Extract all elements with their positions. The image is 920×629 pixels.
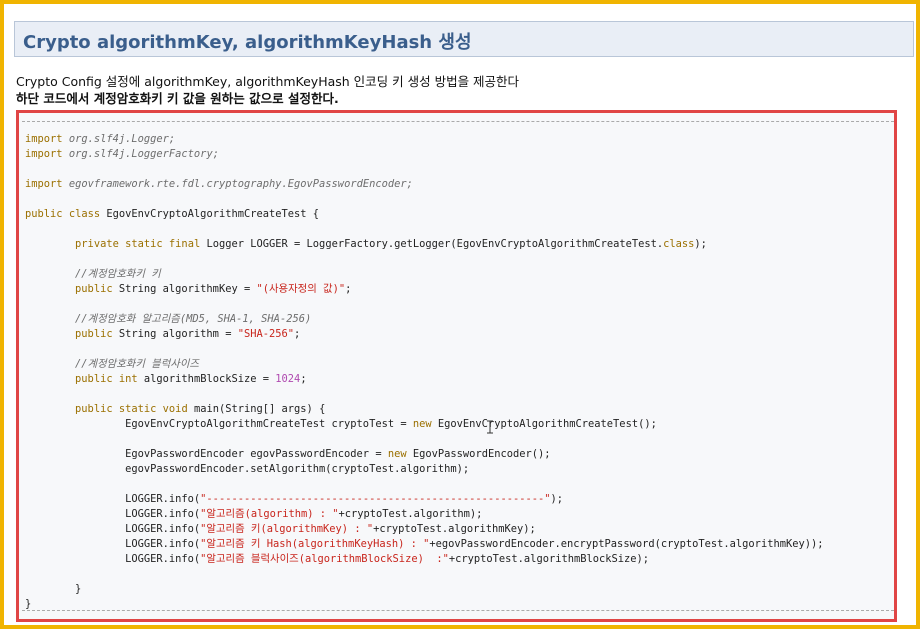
code-line: public static void main(String[] args) { (75, 403, 326, 415)
code-line: ​ (25, 192, 824, 207)
code-line: //계정암호화키 키 (75, 268, 161, 280)
code-line: ​ (25, 297, 824, 312)
code-line: } (25, 583, 82, 595)
code-line: public String algorithmKey = "(사용자정의 값)"… (75, 283, 352, 295)
code-line: ​ (25, 567, 824, 582)
code-line: import egovframework.rte.fdl.cryptograph… (25, 178, 413, 190)
code-line: ​ (25, 342, 824, 357)
code-block-highlight: import org.slf4j.Logger; import org.slf4j… (16, 110, 897, 622)
code-line: public int algorithmBlockSize = 1024; (75, 373, 307, 385)
code-line: LOGGER.info("---------------------------… (25, 493, 564, 505)
page-title: Crypto algorithmKey, algorithmKeyHash 생성 (23, 32, 472, 53)
code-line: import org.slf4j.Logger; (25, 133, 176, 145)
code-line: ​ (25, 252, 824, 267)
code-line: egovPasswordEncoder.setAlgorithm(cryptoT… (25, 463, 470, 475)
code-line: ​ (25, 162, 824, 177)
code-line: LOGGER.info("알고리즘 블럭사이즈(algorithmBlockSi… (25, 553, 650, 565)
code-line: LOGGER.info("알고리즘 키 Hash(algorithmKeyHas… (25, 538, 824, 550)
code-line: ​ (25, 432, 824, 447)
code-line: public String algorithm = "SHA-256"; (75, 328, 301, 340)
page-note: 하단 코드에서 계정암호화키 키 값을 원하는 값으로 설정한다. (16, 91, 339, 106)
code-block: import org.slf4j.Logger; import org.slf4j… (22, 121, 894, 611)
code-line: ​ (25, 477, 824, 492)
code-line: //계정암호화 알고리즘(MD5, SHA-1, SHA-256) (75, 313, 312, 325)
text-cursor-icon (487, 420, 493, 434)
code-line: ​ (25, 222, 824, 237)
code-line: } (25, 598, 32, 610)
code-line: LOGGER.info("알고리즘 키(algorithmKey) : "+cr… (25, 523, 536, 535)
code-line: LOGGER.info("알고리즘(algorithm) : "+cryptoT… (25, 508, 483, 520)
code-listing: import org.slf4j.Logger; import org.slf4j… (25, 132, 824, 612)
code-line: //계정암호화키 블럭사이즈 (75, 358, 199, 370)
code-line: EgovEnvCryptoAlgorithmCreateTest cryptoT… (25, 418, 657, 430)
code-line: private static final Logger LOGGER = Log… (75, 238, 707, 250)
page-title-bar: Crypto algorithmKey, algorithmKeyHash 생성 (14, 21, 914, 57)
code-line: public class EgovEnvCryptoAlgorithmCreat… (25, 208, 320, 220)
code-line: ​ (25, 387, 824, 402)
code-line: EgovPasswordEncoder egovPasswordEncoder … (25, 448, 551, 460)
code-line: import org.slf4j.LoggerFactory; (25, 148, 219, 160)
